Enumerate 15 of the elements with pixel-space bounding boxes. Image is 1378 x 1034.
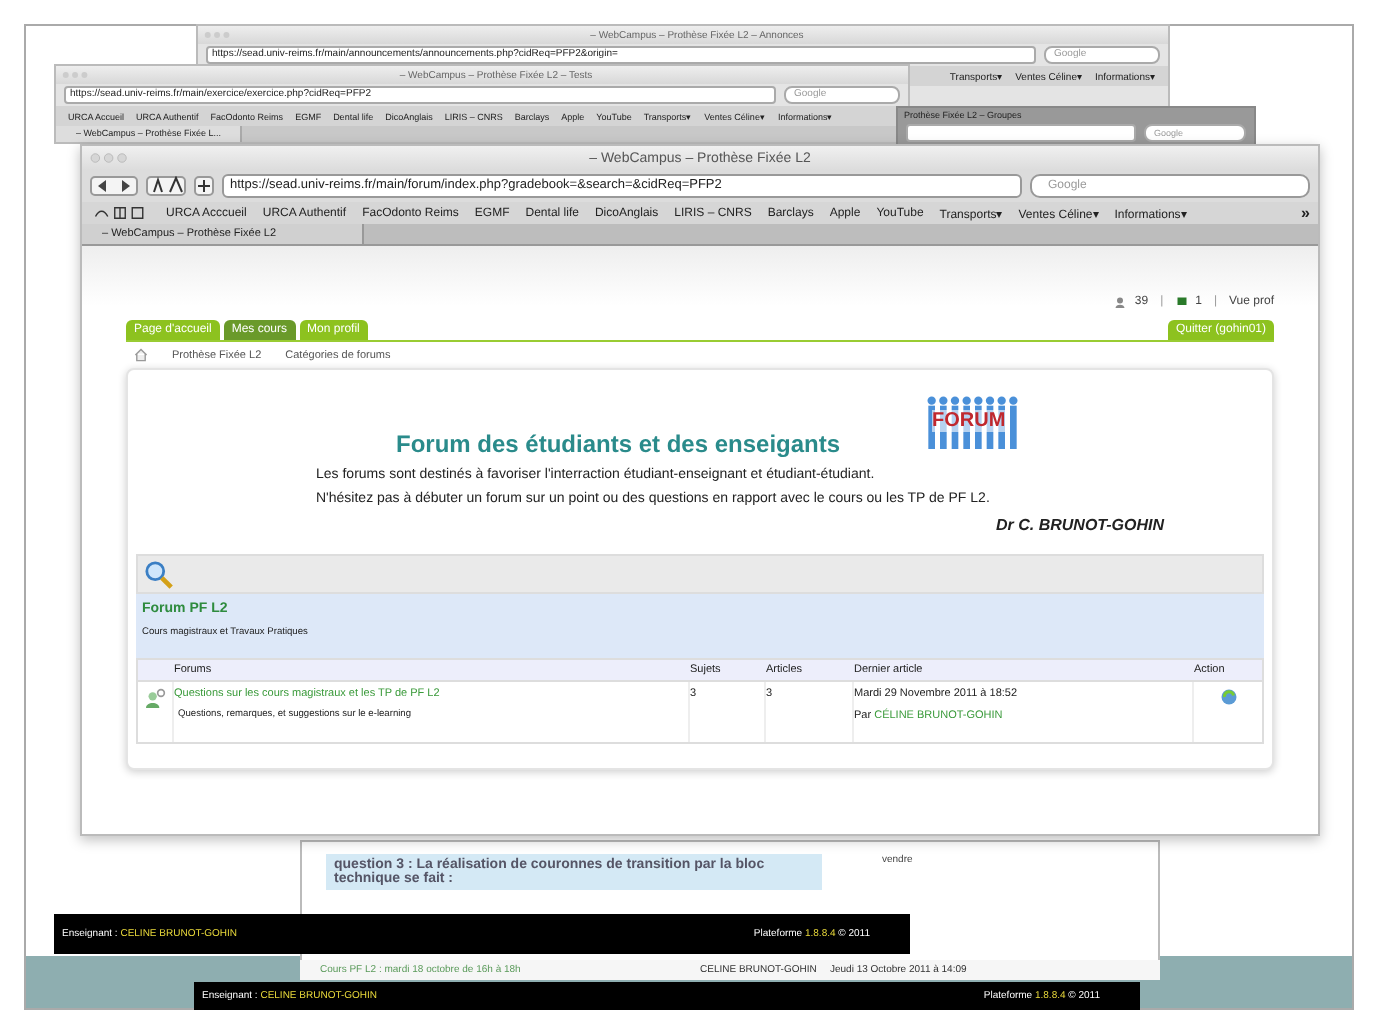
search-icon[interactable] (144, 559, 174, 589)
add-icon[interactable] (194, 176, 214, 196)
forum-heading: Forum des étudiants et des enseigants (396, 430, 843, 458)
more-bookmarks-button[interactable]: » (1301, 204, 1310, 222)
forum-logo-drawing: FORUM (920, 390, 1020, 458)
users-icon (1114, 296, 1127, 308)
signature-text: Dr C. BRUNOT-GOHIN (996, 516, 1164, 534)
back-forward-icon[interactable] (90, 176, 138, 196)
home-icon[interactable] (134, 348, 148, 362)
window-controls-icon[interactable] (90, 152, 130, 164)
address-field[interactable] (906, 124, 1136, 142)
font-size-icon[interactable] (146, 176, 186, 196)
users-icon (145, 688, 165, 708)
refresh-icon[interactable] (1219, 688, 1237, 706)
chat-icon (1175, 296, 1188, 308)
